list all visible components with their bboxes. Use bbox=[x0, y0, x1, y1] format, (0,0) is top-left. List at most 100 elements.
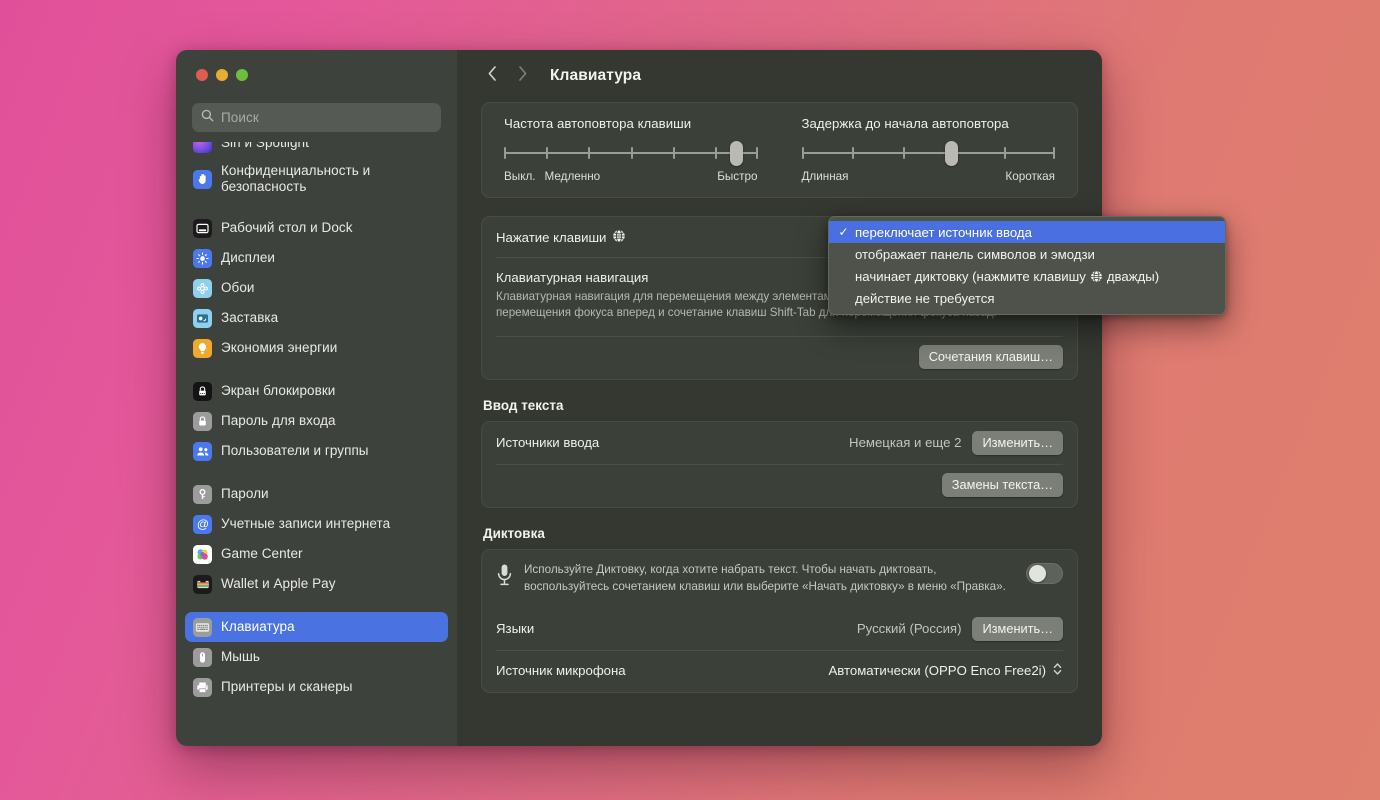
sidebar-item-energy-saver[interactable]: Экономия энергии bbox=[185, 333, 448, 363]
slider-knob[interactable] bbox=[729, 141, 743, 166]
sidebar-item-label: Wallet и Apple Pay bbox=[221, 576, 336, 592]
sidebar-item-siri-spotlight[interactable]: Siri и Spotlight bbox=[185, 142, 448, 158]
key-repeat-rate-slider[interactable] bbox=[504, 141, 758, 166]
siri-icon bbox=[193, 142, 212, 153]
sidebar-item-label: Дисплеи bbox=[221, 250, 276, 266]
sidebar: Поиск Siri и Spotlight Конфиденциальност… bbox=[176, 50, 457, 746]
printers-scanners-icon bbox=[193, 677, 212, 697]
slider-label-min: Медленно bbox=[544, 170, 601, 183]
delay-until-repeat-group: Задержка до начала автоповтора Длинная К… bbox=[780, 116, 1078, 183]
shortcuts-button-row: Сочетания клавиш… bbox=[482, 335, 1077, 379]
microphone-icon bbox=[496, 563, 513, 592]
minimize-button[interactable] bbox=[216, 69, 228, 81]
sidebar-group-separator bbox=[185, 200, 448, 213]
search-input[interactable]: Поиск bbox=[192, 103, 441, 132]
sidebar-item-internet-accounts[interactable]: @ Учетные записи интернета bbox=[185, 509, 448, 539]
close-button[interactable] bbox=[196, 69, 208, 81]
microphone-source-label: Источник микрофона bbox=[496, 663, 626, 679]
lock-screen-icon bbox=[193, 381, 212, 401]
game-center-icon bbox=[193, 544, 212, 564]
settings-content: Частота автоповтора клавиши Выкл. Медлен… bbox=[457, 102, 1102, 693]
key-repeat-rate-group: Частота автоповтора клавиши Выкл. Медлен… bbox=[482, 116, 780, 183]
menu-item-start-dictation[interactable]: ✓ начинает диктовку (нажмите клавишу два… bbox=[829, 265, 1225, 287]
screensaver-icon bbox=[193, 308, 212, 328]
sidebar-item-displays[interactable]: Дисплеи bbox=[185, 243, 448, 273]
slider-tick bbox=[755, 147, 758, 159]
dictation-toggle[interactable] bbox=[1026, 562, 1063, 584]
sidebar-item-wallet-apple-pay[interactable]: Wallet и Apple Pay bbox=[185, 569, 448, 599]
sidebar-item-lock-screen[interactable]: Экран блокировки bbox=[185, 376, 448, 406]
sidebar-item-users-groups[interactable]: Пользователи и группы bbox=[185, 436, 448, 466]
toolbar: Клавиатура bbox=[457, 50, 1102, 102]
sidebar-item-passwords[interactable]: Пароли bbox=[185, 479, 448, 509]
menu-item-switch-input-source[interactable]: ✓ переключает источник ввода bbox=[829, 221, 1225, 243]
dictation-languages-edit-button[interactable]: Изменить… bbox=[972, 616, 1063, 641]
sidebar-item-label: Мышь bbox=[221, 649, 261, 665]
sidebar-scroll-area[interactable]: Siri и Spotlight Конфиденциальность и бе… bbox=[176, 142, 457, 746]
maximize-button[interactable] bbox=[236, 69, 248, 81]
page-title: Клавиатура bbox=[550, 67, 642, 84]
sidebar-item-wallpaper[interactable]: Обои bbox=[185, 273, 448, 303]
dictation-description-row: Используйте Диктовку, когда хотите набра… bbox=[482, 550, 1077, 608]
menu-item-no-action[interactable]: ✓ действие не требуется bbox=[829, 287, 1225, 309]
menu-item-text-before: начинает диктовку (нажмите клавишу bbox=[855, 268, 1086, 284]
sidebar-item-keyboard[interactable]: Клавиатура bbox=[185, 612, 448, 642]
microphone-source-popup-button[interactable]: Автоматически (OPPO Enco Free2i) bbox=[828, 661, 1063, 680]
forward-button[interactable] bbox=[507, 61, 537, 91]
sidebar-item-printers-scanners[interactable]: Принтеры и сканеры bbox=[185, 672, 448, 702]
menu-item-label: начинает диктовку (нажмите клавишу дважд… bbox=[855, 269, 1159, 284]
menu-item-text-after: дважды) bbox=[1106, 268, 1160, 284]
sidebar-item-label: Обои bbox=[221, 280, 255, 296]
svg-text:@: @ bbox=[196, 517, 208, 531]
sidebar-item-game-center[interactable]: Game Center bbox=[185, 539, 448, 569]
checkmark-placeholder: ✓ bbox=[837, 247, 850, 261]
sidebar-item-label: Экономия энергии bbox=[221, 340, 338, 356]
displays-icon bbox=[193, 248, 212, 268]
menu-item-label: отображает панель символов и эмодзи bbox=[855, 246, 1095, 262]
sidebar-item-screensaver[interactable]: Заставка bbox=[185, 303, 448, 333]
keypress-dropdown-menu[interactable]: ✓ переключает источник ввода ✓ отображае… bbox=[828, 216, 1226, 315]
autorepeat-card: Частота автоповтора клавиши Выкл. Медлен… bbox=[481, 102, 1078, 198]
slider-tick bbox=[852, 147, 855, 159]
keyboard-shortcuts-button[interactable]: Сочетания клавиш… bbox=[918, 344, 1063, 369]
sidebar-item-label: Пароль для входа bbox=[221, 413, 336, 429]
input-sources-edit-button[interactable]: Изменить… bbox=[972, 430, 1063, 455]
traffic-lights bbox=[176, 50, 457, 97]
sidebar-item-privacy-security[interactable]: Конфиденциальность и безопасность bbox=[185, 158, 448, 200]
sidebar-item-mouse[interactable]: Мышь bbox=[185, 642, 448, 672]
passwords-key-icon bbox=[193, 484, 212, 504]
checkmark-icon: ✓ bbox=[838, 225, 849, 239]
input-sources-label: Источники ввода bbox=[496, 435, 600, 451]
back-button[interactable] bbox=[477, 61, 507, 91]
menu-item-show-emoji-panel[interactable]: ✓ отображает панель символов и эмодзи bbox=[829, 243, 1225, 265]
sidebar-item-label: Пользователи и группы bbox=[221, 443, 369, 459]
keypress-label: Нажатие клавиши bbox=[496, 229, 607, 245]
menu-item-label: действие не требуется bbox=[855, 290, 995, 306]
dictation-card: Используйте Диктовку, когда хотите набра… bbox=[481, 548, 1078, 693]
chevron-left-icon bbox=[487, 65, 498, 87]
dictation-languages-value: Русский (Россия) bbox=[856, 621, 962, 637]
sidebar-item-desktop-dock[interactable]: Рабочий стол и Dock bbox=[185, 213, 448, 243]
slider-label-max: Быстро bbox=[717, 170, 758, 183]
internet-accounts-icon: @ bbox=[193, 514, 212, 534]
slider-label-min: Длинная bbox=[801, 170, 849, 183]
wallet-icon bbox=[193, 574, 212, 594]
dictation-heading: Диктовка bbox=[483, 525, 545, 541]
toggle-knob bbox=[1028, 565, 1046, 583]
energy-saver-icon bbox=[193, 338, 212, 358]
text-input-card: Источники ввода Немецкая и еще 2 Изменит… bbox=[481, 420, 1078, 508]
mouse-icon bbox=[193, 647, 212, 667]
text-input-heading: Ввод текста bbox=[483, 397, 564, 413]
dictation-description-line2: воспользуйтесь сочетанием клавиш или выб… bbox=[524, 579, 1006, 593]
users-groups-icon bbox=[193, 441, 212, 461]
text-replacements-button[interactable]: Замены текста… bbox=[941, 472, 1063, 497]
delay-until-repeat-labels: Длинная Короткая bbox=[802, 170, 1056, 183]
slider-label-off: Выкл. bbox=[504, 170, 536, 183]
slider-knob[interactable] bbox=[945, 141, 959, 166]
delay-until-repeat-slider[interactable] bbox=[801, 141, 1055, 166]
desktop-dock-icon bbox=[193, 218, 212, 238]
slider-tick bbox=[801, 147, 804, 159]
chevron-updown-icon bbox=[1052, 661, 1063, 680]
microphone-source-value: Автоматически (OPPO Enco Free2i) bbox=[828, 663, 1046, 679]
sidebar-item-login-password[interactable]: Пароль для входа bbox=[185, 406, 448, 436]
